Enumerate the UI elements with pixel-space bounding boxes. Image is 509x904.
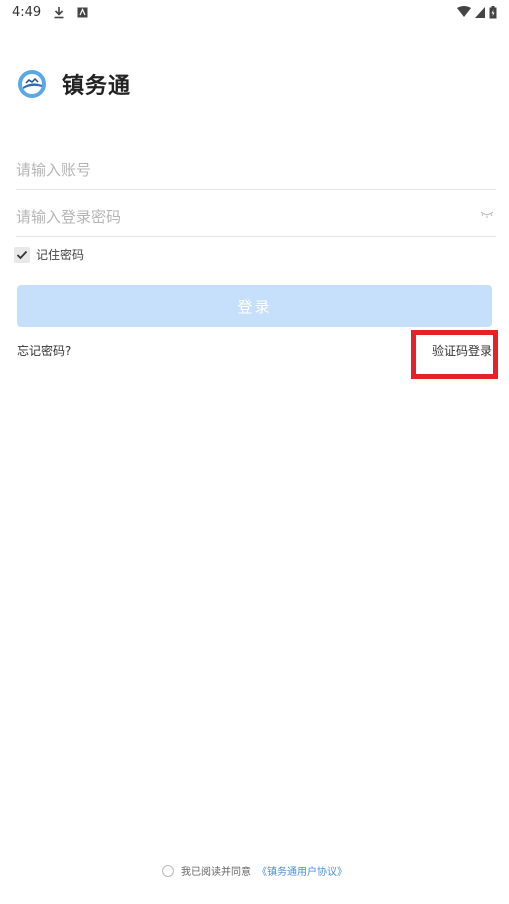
app-logo-icon [18, 70, 46, 98]
password-field [16, 197, 496, 237]
agreement: 我已阅读并同意 《镇务通用户协议》 [0, 863, 509, 878]
login-screen: 4:49 镇务通 请输入账号 记住密码 登录 忘记密码? 验证码登录 我已阅读并… [0, 0, 509, 904]
app-title: 镇务通 [62, 74, 132, 99]
user-agreement-link[interactable]: 《镇务通用户协议》 [257, 863, 347, 878]
accessibility-icon [77, 7, 88, 18]
login-button[interactable]: 登录 [17, 285, 492, 327]
status-bar: 4:49 [0, 0, 509, 24]
agreement-text: 我已阅读并同意 [181, 867, 251, 878]
remember-checkbox[interactable] [14, 246, 30, 263]
remember-password[interactable]: 记住密码 [14, 246, 84, 263]
remember-label: 记住密码 [36, 248, 85, 262]
status-time: 4:49 [12, 4, 42, 20]
battery-icon [489, 5, 497, 19]
wifi-icon [457, 6, 471, 18]
download-icon [53, 6, 65, 19]
check-icon [16, 250, 28, 259]
agreement-radio[interactable] [162, 864, 174, 877]
status-right [457, 5, 497, 19]
account-field [16, 150, 496, 190]
status-left: 4:49 [12, 5, 88, 20]
forgot-password-link[interactable]: 忘记密码? [17, 342, 71, 359]
account-input[interactable] [16, 150, 496, 189]
app-header: 镇务通 [16, 68, 131, 100]
eye-closed-icon[interactable] [480, 209, 494, 219]
signal-icon [475, 6, 485, 18]
highlight-box [411, 330, 498, 379]
password-input[interactable] [16, 197, 496, 236]
